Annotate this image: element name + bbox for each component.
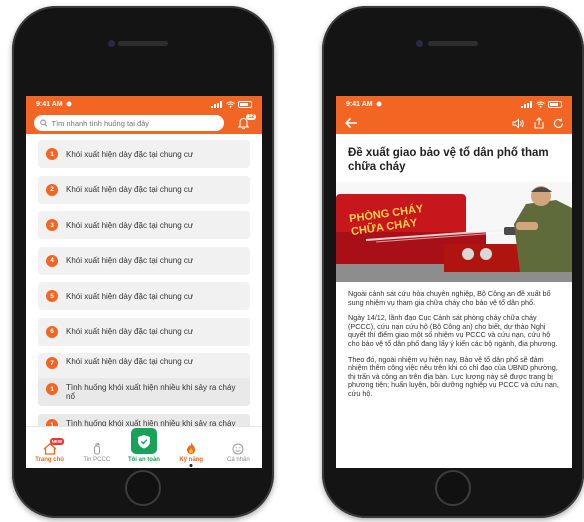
item-number: 2 bbox=[46, 183, 58, 196]
app-header: 12 bbox=[26, 112, 262, 134]
bottom-nav: NEW Trang chủ Tin PCCC Tôi an toàn Kỹ nă… bbox=[26, 426, 262, 468]
item-number: 1 bbox=[46, 383, 58, 395]
nav-news-label: Tin PCCC bbox=[83, 457, 111, 463]
nav-home[interactable]: NEW Trang chủ bbox=[28, 438, 72, 463]
notification-badge: 12 bbox=[246, 114, 256, 120]
front-camera bbox=[416, 40, 423, 47]
article-body: Ngoài cảnh sát cứu hỏa chuyên nghiệp, Bộ… bbox=[336, 282, 572, 399]
battery-icon bbox=[548, 100, 562, 108]
item-number: 6 bbox=[46, 325, 58, 338]
list-item[interactable]: 1 Khói xuất hiện dày đặc tại chung cư bbox=[38, 140, 250, 168]
item-number: 7 bbox=[46, 357, 58, 369]
nav-profile-label: Cá nhân bbox=[227, 457, 250, 463]
item-label: Khói xuất hiện dày đặc tại chung cư bbox=[66, 185, 194, 194]
home-button[interactable] bbox=[435, 470, 471, 506]
wifi-icon bbox=[226, 101, 235, 108]
active-dot bbox=[189, 464, 193, 467]
location-icon bbox=[66, 101, 72, 107]
right-phone: 9:41 AM Đề xuất giao bảo vệ tổ dân phố t… bbox=[322, 6, 584, 518]
nav-safety-label: Tôi an toàn bbox=[127, 457, 160, 463]
right-screen: 9:41 AM Đề xuất giao bảo vệ tổ dân phố t… bbox=[336, 96, 572, 468]
list-item[interactable]: 5 Khói xuất hiện dày đặc tại chung cư bbox=[38, 282, 250, 310]
article-header bbox=[336, 112, 572, 134]
nav-skills[interactable]: Kỹ năng bbox=[169, 441, 213, 467]
notification-button[interactable]: 12 bbox=[232, 114, 256, 131]
search-input[interactable] bbox=[51, 118, 218, 128]
search-icon bbox=[40, 119, 48, 127]
list-item[interactable]: 4 Khói xuất hiện dày đặc tại chung cư bbox=[38, 246, 250, 275]
status-bar: 9:41 AM bbox=[336, 96, 572, 112]
list-item[interactable]: 2 Khói xuất hiện dày đặc tại chung cư bbox=[38, 175, 250, 204]
nav-home-label: Trang chủ bbox=[35, 457, 64, 463]
item-label: Khói xuất hiện dày đặc tại chung cư bbox=[66, 256, 194, 265]
signal-icon bbox=[211, 100, 223, 108]
back-arrow-icon[interactable] bbox=[344, 117, 358, 129]
left-screen: 9:41 AM 12 1 Khói xuất hiện dày đặc bbox=[26, 96, 262, 468]
nav-safety[interactable]: Tôi an toàn bbox=[122, 428, 166, 463]
signal-icon bbox=[521, 100, 533, 108]
item-number: 1 bbox=[46, 148, 58, 160]
home-button[interactable] bbox=[125, 470, 161, 506]
article-paragraph: Ngoài cảnh sát cứu hỏa chuyên nghiệp, Bộ… bbox=[348, 289, 551, 307]
speaker-grille bbox=[428, 41, 478, 46]
list-item[interactable]: 3 Khói xuất hiện dày đặc tại chung cư bbox=[38, 211, 250, 239]
item-label: Khói xuất hiện dày đặc tại chung cư bbox=[66, 149, 194, 159]
shield-check-icon bbox=[137, 434, 150, 448]
location-icon bbox=[376, 101, 382, 107]
article-paragraph: Ngày 14/12, lãnh đạo Cục Cảnh sát phòng … bbox=[348, 313, 558, 348]
safety-button[interactable] bbox=[130, 428, 157, 454]
item-label: Khói xuất hiện dày đặc tại chung cư bbox=[66, 357, 194, 366]
situation-list: 1 Khói xuất hiện dày đặc tại chung cư 2 … bbox=[26, 134, 262, 397]
nav-skills-label: Kỹ năng bbox=[179, 457, 203, 463]
item-number: 3 bbox=[46, 219, 58, 231]
item-label: Khói xuất hiện dày đặc tại chung cư bbox=[66, 220, 194, 230]
fire-extinguisher-icon bbox=[93, 443, 100, 455]
status-bar: 9:41 AM bbox=[26, 96, 262, 112]
item-number: 5 bbox=[46, 290, 58, 302]
battery-icon bbox=[238, 100, 252, 108]
search-bar[interactable] bbox=[34, 115, 224, 131]
item-number: 4 bbox=[46, 254, 58, 267]
list-item[interactable]: 1 Tình huống khói xuất hiện nhiều khi sả… bbox=[38, 378, 250, 406]
nav-news[interactable]: Tin PCCC bbox=[75, 442, 119, 463]
status-time: 9:41 AM bbox=[346, 100, 373, 108]
item-label: Tình huống khói xuất hiện nhiều khi sảy … bbox=[66, 383, 236, 401]
speaker-icon[interactable] bbox=[512, 117, 525, 129]
article-title: Đề xuất giao bảo vệ tổ dân phố tham chữa… bbox=[348, 147, 549, 173]
front-camera bbox=[108, 40, 115, 47]
wifi-icon bbox=[536, 101, 545, 108]
item-label: Khói xuất hiện dày đặc tại chung cư bbox=[66, 291, 194, 301]
nav-profile[interactable]: Cá nhân bbox=[216, 443, 260, 463]
list-item[interactable]: 6 Khói xuất hiện dày đặc tại chung cư bbox=[38, 317, 250, 346]
article-paragraph: Theo đó, ngoài nhiệm vụ hiện nay, Bảo vệ… bbox=[348, 354, 559, 398]
left-phone: 9:41 AM 12 1 Khói xuất hiện dày đặc bbox=[12, 6, 274, 518]
smiley-icon bbox=[232, 443, 244, 455]
share-icon[interactable] bbox=[533, 117, 545, 129]
status-time: 9:41 AM bbox=[36, 100, 63, 108]
speaker-grille bbox=[118, 41, 168, 46]
article-hero-image: PHÒNG CHÁY CHỮA CHÁY bbox=[336, 182, 572, 282]
item-label: Khói xuất hiện dày đặc tại chung cư bbox=[66, 327, 194, 336]
refresh-icon[interactable] bbox=[553, 117, 564, 129]
new-badge: NEW bbox=[49, 438, 65, 445]
flame-icon bbox=[187, 442, 196, 454]
